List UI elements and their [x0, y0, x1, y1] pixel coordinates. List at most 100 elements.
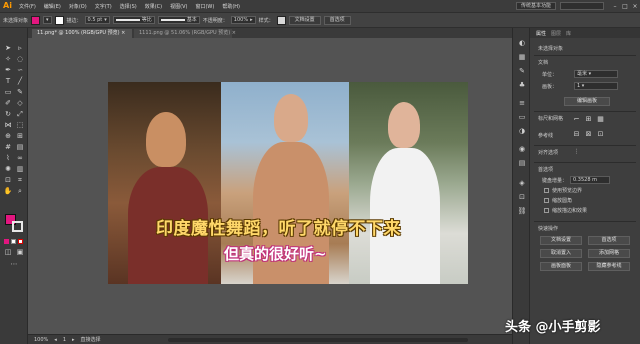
- document-setup-button[interactable]: 文档设置: [288, 15, 321, 25]
- paintbrush-tool-icon[interactable]: ✎: [15, 88, 25, 97]
- tab-properties[interactable]: 属性: [536, 30, 546, 37]
- free-transform-tool-icon[interactable]: ⬚: [15, 121, 25, 130]
- menu-window[interactable]: 窗口(W): [191, 3, 218, 10]
- eraser-tool-icon[interactable]: ◇: [15, 99, 25, 108]
- artboard-number[interactable]: 1: [63, 337, 66, 343]
- menu-edit[interactable]: 编辑(E): [40, 3, 65, 10]
- hand-tool-icon[interactable]: ✋: [3, 187, 13, 196]
- gradient-mode-swatch[interactable]: [11, 239, 16, 244]
- keyboard-increment-field[interactable]: 0.3528 m: [570, 176, 610, 184]
- fill-swatch[interactable]: [31, 15, 41, 25]
- layers-panel-icon[interactable]: ◈: [517, 178, 527, 188]
- width-tool-icon[interactable]: ⋈: [3, 121, 13, 130]
- units-dropdown[interactable]: 毫米 ▾: [574, 70, 618, 78]
- smart-guides-icon[interactable]: ⊡: [596, 130, 605, 139]
- quick-artboard-panel-button[interactable]: 画板面板: [540, 262, 582, 271]
- stroke-panel-icon[interactable]: ≡: [517, 98, 527, 108]
- shaper-tool-icon[interactable]: ✐: [3, 99, 13, 108]
- menu-effect[interactable]: 效果(C): [141, 3, 166, 10]
- brushes-panel-icon[interactable]: ✎: [517, 66, 527, 76]
- blend-tool-icon[interactable]: ∞: [15, 154, 25, 163]
- quick-hide-guides-button[interactable]: 隐藏参考线: [588, 262, 630, 271]
- stroke-color-box[interactable]: [12, 221, 23, 232]
- close-tab-icon[interactable]: ×: [232, 30, 236, 36]
- pixel-grid-icon[interactable]: ▦: [596, 115, 605, 124]
- type-tool-icon[interactable]: T: [3, 77, 13, 86]
- artboard-tool-icon[interactable]: ⊡: [3, 176, 13, 185]
- menu-select[interactable]: 选择(S): [116, 3, 141, 10]
- screen-mode-icon[interactable]: ▣: [15, 248, 25, 257]
- rectangle-tool-icon[interactable]: ▭: [3, 88, 13, 97]
- artboards-panel-icon[interactable]: ⊡: [517, 192, 527, 202]
- zoom-tool-icon[interactable]: ⌕: [15, 187, 25, 196]
- stroke-weight-field[interactable]: 0.5 pt ▾: [84, 16, 110, 24]
- menu-file[interactable]: 文件(F): [15, 3, 40, 10]
- opacity-field[interactable]: 100% ▸: [230, 16, 256, 24]
- align-options-icon[interactable]: ⫶: [572, 148, 581, 157]
- tab-layers[interactable]: 图层: [551, 30, 561, 37]
- rotate-tool-icon[interactable]: ↻: [3, 110, 13, 119]
- edit-artboards-button[interactable]: 编辑画板: [564, 97, 610, 106]
- slice-tool-icon[interactable]: ⌗: [15, 176, 25, 185]
- maximize-button[interactable]: □: [620, 3, 630, 10]
- lasso-tool-icon[interactable]: ◌: [15, 55, 25, 64]
- direct-selection-tool-icon[interactable]: ▹: [15, 44, 25, 53]
- menu-help[interactable]: 帮助(H): [218, 3, 244, 10]
- workspace-switcher[interactable]: 传统基本功能: [515, 2, 556, 10]
- tab-libraries[interactable]: 库: [566, 30, 571, 37]
- quick-unplace-button[interactable]: 取消置入: [540, 249, 582, 258]
- draw-mode-icon[interactable]: ◫: [3, 248, 13, 257]
- graphic-styles-panel-icon[interactable]: ▤: [517, 158, 527, 168]
- menu-object[interactable]: 对象(O): [65, 3, 91, 10]
- use-preview-bounds-checkbox[interactable]: [544, 188, 549, 193]
- scale-tool-icon[interactable]: ⤢: [15, 110, 25, 119]
- mesh-tool-icon[interactable]: #: [3, 143, 13, 152]
- shape-builder-tool-icon[interactable]: ⊕: [3, 132, 13, 141]
- none-mode-swatch[interactable]: [18, 239, 23, 244]
- lock-guides-icon[interactable]: ⊠: [584, 130, 593, 139]
- artboard[interactable]: 印度魔性舞蹈，听了就停不下来 但真的很好听~: [108, 82, 468, 284]
- gradient-panel-icon[interactable]: ▭: [517, 112, 527, 122]
- scale-strokes-checkbox[interactable]: [544, 208, 549, 213]
- more-tools-icon[interactable]: ⋯: [9, 260, 19, 269]
- artboard-nav-prev-icon[interactable]: ◂: [54, 337, 57, 343]
- transparency-panel-icon[interactable]: ◑: [517, 126, 527, 136]
- curvature-tool-icon[interactable]: ∽: [15, 66, 25, 75]
- ruler-icon[interactable]: ⌐: [572, 115, 581, 124]
- brush-dropdown[interactable]: 基本: [157, 16, 200, 24]
- swatches-panel-icon[interactable]: ▦: [517, 52, 527, 62]
- quick-preferences-button[interactable]: 首选项: [588, 236, 630, 245]
- perspective-grid-tool-icon[interactable]: ⊞: [15, 132, 25, 141]
- appearance-panel-icon[interactable]: ◉: [517, 144, 527, 154]
- links-panel-icon[interactable]: ⛓: [517, 206, 527, 216]
- guides-icon[interactable]: ⊟: [572, 130, 581, 139]
- close-tab-icon[interactable]: ×: [121, 30, 125, 36]
- menu-view[interactable]: 视图(V): [166, 3, 191, 10]
- search-input[interactable]: [560, 2, 604, 10]
- stroke-swatch[interactable]: [54, 15, 64, 25]
- artboard-dropdown[interactable]: 1 ▾: [574, 82, 618, 90]
- color-mode-swatch[interactable]: [4, 239, 9, 244]
- selection-tool-icon[interactable]: ➤: [3, 44, 13, 53]
- grid-icon[interactable]: ⊞: [584, 115, 593, 124]
- symbol-sprayer-tool-icon[interactable]: ✺: [3, 165, 13, 174]
- horizontal-scrollbar[interactable]: [168, 338, 468, 342]
- graph-tool-icon[interactable]: ▥: [15, 165, 25, 174]
- preferences-button[interactable]: 首选项: [323, 15, 351, 25]
- stroke-profile-dropdown[interactable]: 等比: [112, 16, 155, 24]
- tab-document-1[interactable]: 11.png* @ 100% (RGB/GPU 预览) ×: [32, 29, 132, 38]
- quick-document-setup-button[interactable]: 文档设置: [540, 236, 582, 245]
- fill-dropdown[interactable]: ▾: [43, 16, 52, 24]
- style-swatch[interactable]: [276, 15, 286, 25]
- artboard-nav-next-icon[interactable]: ▸: [72, 337, 75, 343]
- minimize-button[interactable]: –: [610, 3, 620, 10]
- scale-corners-checkbox[interactable]: [544, 198, 549, 203]
- magic-wand-tool-icon[interactable]: ✧: [3, 55, 13, 64]
- color-panel-icon[interactable]: ◐: [517, 38, 527, 48]
- pen-tool-icon[interactable]: ✒: [3, 66, 13, 75]
- line-tool-icon[interactable]: ╱: [15, 77, 25, 86]
- eyedropper-tool-icon[interactable]: ⌇: [3, 154, 13, 163]
- quick-add-grid-button[interactable]: 添加网格: [588, 249, 630, 258]
- zoom-field[interactable]: 100%: [34, 337, 48, 343]
- gradient-tool-icon[interactable]: ▤: [15, 143, 25, 152]
